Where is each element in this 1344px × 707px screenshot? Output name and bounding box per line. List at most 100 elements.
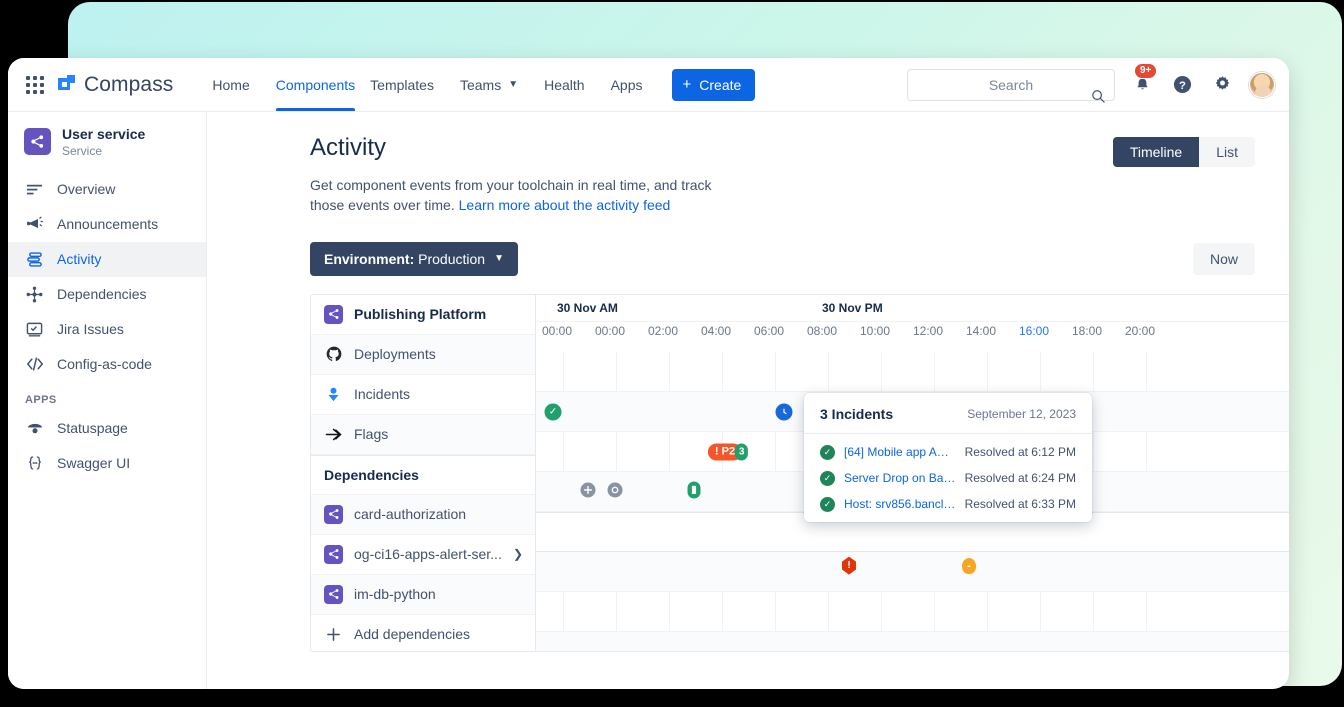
time-tick: 00:00 xyxy=(536,322,589,352)
marker-flag-added[interactable] xyxy=(581,482,596,497)
tab-list[interactable]: List xyxy=(1199,137,1255,167)
time-tick: 20:00 xyxy=(1119,322,1172,352)
primary-nav: Home Components Templates Teams ▼ Health… xyxy=(199,58,755,111)
sidebar-item-config-as-code[interactable]: Config-as-code xyxy=(8,347,206,382)
opsgenie-incident-icon xyxy=(324,387,343,402)
compass-mark-icon xyxy=(58,75,77,94)
sidebar-item-activity[interactable]: Activity xyxy=(8,242,206,277)
incident-link[interactable]: [64] Mobile app API: Requ... xyxy=(844,445,956,459)
timeline-row-label: im-db-python xyxy=(354,586,436,602)
marker-severity-minor[interactable]: - xyxy=(962,558,976,574)
sidebar-item-dependencies[interactable]: Dependencies xyxy=(8,277,206,312)
nav-teams-label: Teams xyxy=(460,77,501,93)
nav-apps[interactable]: Apps xyxy=(598,58,656,111)
marker-severity-critical[interactable]: ! xyxy=(842,557,856,575)
plus-icon xyxy=(324,627,343,642)
sidebar-item-label: Swagger UI xyxy=(57,455,130,471)
environment-filter-dropdown[interactable]: Environment: Production ▼ xyxy=(310,242,518,276)
marker-flag-info[interactable]: ▮ xyxy=(688,481,701,498)
nav-components[interactable]: Components xyxy=(263,58,368,111)
grid-apps-icon[interactable] xyxy=(24,74,46,96)
environment-filter-value: Production xyxy=(418,251,485,267)
sidebar-item-label: Statuspage xyxy=(57,420,128,436)
timeline-row-deployments[interactable]: Deployments xyxy=(311,335,535,375)
search-input[interactable]: Search xyxy=(907,69,1115,101)
add-dependencies-button[interactable]: Add dependencies xyxy=(311,615,535,652)
timeline-row-publishing-platform: Publishing Platform xyxy=(311,295,535,335)
help-icon[interactable]: ? xyxy=(1169,72,1195,98)
timeline-row-card-authorization[interactable]: card-authorization xyxy=(311,495,535,535)
timeline-row-og-ci16-apps-alert-service[interactable]: og-ci16-apps-alert-ser... ❯ xyxy=(311,535,535,575)
timeline-row-label: Deployments xyxy=(354,346,436,362)
sidebar-item-jira-issues[interactable]: Jira Issues xyxy=(8,312,206,347)
nav-home[interactable]: Home xyxy=(199,58,262,111)
timeline-date-header: 30 Nov AM 30 Nov PM xyxy=(536,295,1289,322)
activity-feed-learn-more-link[interactable]: Learn more about the activity feed xyxy=(459,197,671,213)
marker-clock[interactable] xyxy=(776,403,793,420)
incident-link[interactable]: Host: srv856.bancly.com... xyxy=(844,497,956,511)
app-window: Compass Home Components Templates Teams … xyxy=(8,58,1289,689)
check-circle-icon: ✓ xyxy=(545,403,562,420)
chevron-down-icon: ▼ xyxy=(508,79,518,90)
create-button-label: Create xyxy=(699,77,741,93)
timeline-events-im-db-python xyxy=(536,632,1289,651)
marker-incident-p2-group[interactable]: ! P2 3 xyxy=(708,443,748,460)
popover-incident-row[interactable]: ✓ Server Drop on Banc.ly Fr... Resolved … xyxy=(804,460,1092,486)
popover-incident-row[interactable]: ✓ Host: srv856.bancly.com... Resolved at… xyxy=(804,486,1092,512)
timeline-row-label: Incidents xyxy=(354,386,410,402)
clock-icon xyxy=(776,403,793,420)
timeline-row-label: og-ci16-apps-alert-ser... xyxy=(354,546,502,562)
sidebar-item-label: Config-as-code xyxy=(57,356,152,372)
check-circle-icon: ✓ xyxy=(820,471,835,486)
timeline-row-im-db-python[interactable]: im-db-python xyxy=(311,575,535,615)
tab-timeline[interactable]: Timeline xyxy=(1113,137,1199,167)
settings-gear-icon[interactable] xyxy=(1209,72,1235,98)
sidebar-item-statuspage[interactable]: Statuspage xyxy=(8,411,206,446)
time-tick: 10:00 xyxy=(854,322,907,352)
timeline-events-og-ci16-apps-alert-service xyxy=(536,592,1289,632)
sidebar-item-announcements[interactable]: Announcements xyxy=(8,207,206,242)
check-circle-icon: ✓ xyxy=(820,445,835,460)
sidebar-item-swagger-ui[interactable]: Swagger UI xyxy=(8,446,206,481)
nav-teams[interactable]: Teams ▼ xyxy=(447,58,531,111)
search-placeholder: Search xyxy=(989,77,1033,93)
sidebar-apps-label: APPS xyxy=(8,382,206,411)
popover-title: 3 Incidents xyxy=(820,406,893,422)
time-tick: 02:00 xyxy=(642,322,695,352)
timeline-container: Publishing Platform Deployments Incident… xyxy=(310,294,1289,652)
time-tick: 14:00 xyxy=(960,322,1013,352)
sidebar-item-label: Jira Issues xyxy=(57,321,124,337)
timeline-row-label: card-authorization xyxy=(354,506,466,522)
circle-dot-icon xyxy=(608,482,623,497)
chevron-right-icon[interactable]: ❯ xyxy=(513,547,523,561)
dependencies-node-icon xyxy=(25,286,44,303)
timeline-row-incidents[interactable]: Incidents xyxy=(311,375,535,415)
now-button[interactable]: Now xyxy=(1193,243,1255,275)
marker-deployment-success[interactable]: ✓ xyxy=(545,403,562,420)
compass-logo[interactable]: Compass xyxy=(58,73,173,97)
sidebar-item-overview[interactable]: Overview xyxy=(8,172,206,207)
overview-lines-icon xyxy=(25,181,44,198)
launchdarkly-flag-icon xyxy=(324,426,343,443)
incident-link[interactable]: Server Drop on Banc.ly Fr... xyxy=(844,471,956,485)
github-icon xyxy=(324,346,343,362)
incident-status: Resolved at 6:12 PM xyxy=(965,445,1076,459)
create-button[interactable]: + Create xyxy=(672,69,756,101)
time-tick: 04:00 xyxy=(695,322,748,352)
notification-bell-icon[interactable]: 9+ xyxy=(1129,72,1155,98)
timeline-row-flags[interactable]: Flags xyxy=(311,415,535,455)
timeline-row-label: Publishing Platform xyxy=(354,306,486,322)
body-layout: User service Service Overview Announceme… xyxy=(8,112,1289,689)
time-tick-current: 16:00 xyxy=(1013,322,1066,352)
time-tick: 12:00 xyxy=(907,322,960,352)
popover-incident-row[interactable]: ✓ [64] Mobile app API: Requ... Resolved … xyxy=(804,434,1092,460)
left-sidebar: User service Service Overview Announceme… xyxy=(8,112,207,689)
nav-templates[interactable]: Templates xyxy=(368,58,447,111)
page-description: Get component events from your toolchain… xyxy=(310,175,730,216)
plus-icon xyxy=(581,482,596,497)
timeline-row-labels: Publishing Platform Deployments Incident… xyxy=(311,295,536,651)
marker-flag-toggled[interactable] xyxy=(608,482,623,497)
severity-critical-icon: ! xyxy=(842,557,856,575)
nav-health[interactable]: Health xyxy=(531,58,597,111)
user-avatar[interactable] xyxy=(1249,72,1275,98)
